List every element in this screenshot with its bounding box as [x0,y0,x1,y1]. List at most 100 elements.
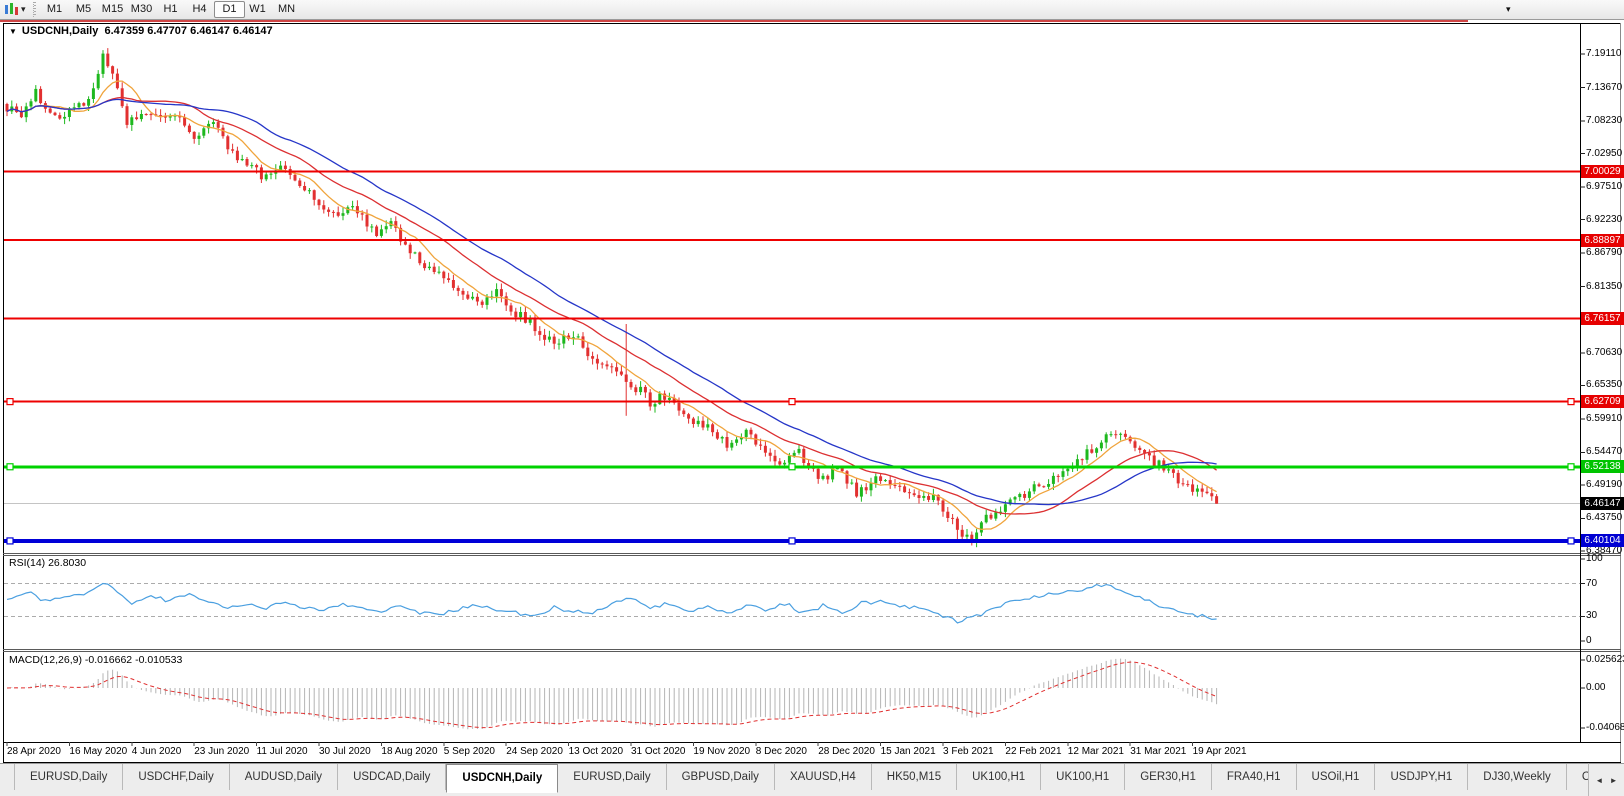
toolbar-red-underline [0,20,1468,22]
rsi-line [6,582,1217,624]
timeframe-button-mn[interactable]: MN [272,2,301,17]
timeframe-button-w1[interactable]: W1 [243,2,272,17]
date-axis-label: 24 Sep 2020 [506,746,563,757]
price-axis-label: 6.92230 [1586,213,1623,225]
hline-price-badge: 6.62709 [1581,395,1624,409]
chart-title: USDCNH,Daily [21,25,99,37]
hline-handle[interactable] [788,537,796,545]
hline-handle[interactable] [788,398,796,406]
window-frame [3,23,1621,763]
chart-tool-icon[interactable] [4,2,19,17]
date-axis-label: 12 Mar 2021 [1067,746,1124,757]
current-price-badge: 6.46147 [1581,497,1624,511]
tab-scroll-right-icon[interactable]: ► [1610,776,1618,785]
macd-histogram [11,658,1218,730]
hline-handle[interactable] [6,398,14,406]
price-axis-label: 7.13670 [1586,81,1623,93]
dropdown-caret-icon[interactable]: ▾ [21,3,26,16]
chart-quote-line: 6.47359 6.47707 6.46147 6.46147 [104,25,273,37]
ma-fast-line [6,80,1217,531]
timeframe-button-m30[interactable]: M30 [127,2,156,17]
date-axis-label: 28 Apr 2020 [7,746,61,757]
tab-scroll-buttons: ◄ ► [1588,763,1624,796]
price-axis-label: 6.97510 [1586,181,1623,193]
date-axis-label: 5 Sep 2020 [443,746,495,757]
tab-usoil-h1[interactable]: USOil,H1 [1297,764,1376,790]
macd-label: MACD(12,26,9) -0.016662 -0.010533 [9,654,183,666]
date-axis-label: 15 Jan 2021 [880,746,936,757]
price-axis-label: 6.86790 [1586,247,1623,259]
ma-mid-line [6,96,1217,515]
ma-slow-line [6,98,1217,506]
date-axis-label: 28 Dec 2020 [818,746,875,757]
tab-gbpusd-daily[interactable]: GBPUSD,Daily [667,764,775,790]
hline-handle[interactable] [788,463,796,471]
rsi-axis-label: 0 [1586,635,1592,646]
tab-hk50-m15[interactable]: HK50,M15 [872,764,958,790]
chart-title-bar: ▼ USDCNH,Daily 6.47359 6.47707 6.46147 6.… [5,25,1575,41]
rsi-pane[interactable] [4,582,1580,624]
tab-usdcad-daily[interactable]: USDCAD,Daily [338,764,447,790]
price-axis-label: 7.19110 [1586,48,1622,59]
hline-price-badge: 6.88897 [1581,233,1624,247]
macd-axis-label: 0.00 [1586,682,1606,693]
date-axis-label: 19 Apr 2021 [1192,746,1247,757]
timeframe-button-d1[interactable]: D1 [214,1,245,18]
rsi-axis-label: 100 [1586,553,1603,564]
tab-usdcnh-daily[interactable]: USDCNH,Daily [446,764,559,793]
rsi-axis-label: 70 [1586,577,1598,589]
rsi-axis-label: 30 [1586,610,1598,622]
price-axis-label: 6.49190 [1586,478,1623,490]
hline-price-badge: 7.00029 [1581,165,1624,179]
price-axis-label: 7.08230 [1586,115,1623,127]
price-axis-label: 6.81350 [1586,280,1623,292]
hline-handle[interactable] [6,463,14,471]
hline-handle[interactable] [1567,463,1575,471]
date-axis-label: 23 Jun 2020 [194,746,250,757]
collapse-icon[interactable]: ▼ [9,27,17,36]
timeframe-button-h4[interactable]: H4 [185,2,214,17]
main-chart-pane[interactable] [4,48,1580,548]
price-axis-label: 7.02950 [1586,147,1623,159]
tab-usdjpy-h1[interactable]: USDJPY,H1 [1375,764,1469,790]
price-axis-label: 6.59910 [1586,412,1623,424]
tab-xauusd-h4[interactable]: XAUUSD,H4 [775,764,872,790]
macd-pane[interactable] [6,658,1218,730]
tab-ger30-h1[interactable]: GER30,H1 [1125,764,1212,790]
hline-handle[interactable] [1567,537,1575,545]
tab-dj30-weekly[interactable]: DJ30,Weekly [1468,764,1567,790]
rsi-label: RSI(14) 26.8030 [9,557,87,569]
price-axis-label: 6.65350 [1586,379,1623,391]
hline-handle[interactable] [6,537,14,545]
toolbar-more-icon[interactable]: ▾ [1506,4,1511,15]
tab-eurusd-daily[interactable]: EURUSD,Daily [558,764,667,790]
hline-price-badge: 6.76157 [1581,312,1624,326]
toolbar-grip[interactable] [33,2,37,17]
timeframe-button-h1[interactable]: H1 [156,2,185,17]
date-axis-label: 30 Jul 2020 [319,746,371,757]
timeframe-button-m15[interactable]: M15 [98,2,127,17]
chart-canvas[interactable] [0,0,1624,796]
tab-china300-h1[interactable]: CHINA300,H1 [1567,764,1588,790]
hline-handle[interactable] [1567,398,1575,406]
date-axis-label: 19 Nov 2020 [693,746,751,757]
tab-fra40-h1[interactable]: FRA40,H1 [1212,764,1297,790]
macd-axis-label: -0.040687 [1586,722,1624,733]
tab-usdchf-daily[interactable]: USDCHF,Daily [123,764,230,790]
date-axis-label: 18 Aug 2020 [381,746,438,757]
date-axis-label: 8 Dec 2020 [755,746,807,757]
date-axis-label: 31 Oct 2020 [631,746,686,757]
tab-eurusd-daily[interactable]: EURUSD,Daily [14,764,124,790]
tab-uk100-h1[interactable]: UK100,H1 [1041,764,1126,790]
date-axis-label: 3 Feb 2021 [943,746,994,757]
date-axis-label: 31 Mar 2021 [1130,746,1187,757]
tab-scroll-left-icon[interactable]: ◄ [1595,776,1603,785]
tab-uk100-h1[interactable]: UK100,H1 [957,764,1042,790]
tab-audusd-daily[interactable]: AUDUSD,Daily [230,764,339,790]
date-axis-label: 16 May 2020 [69,746,128,757]
date-axis-label: 4 Jun 2020 [131,746,182,757]
timeframe-button-m1[interactable]: M1 [40,2,69,17]
chart-tab-bar: EURUSD,Daily USDCHF,Daily AUDUSD,Daily USDC… [0,763,1588,796]
hline-price-badge: 6.52138 [1581,460,1624,474]
timeframe-button-m5[interactable]: M5 [69,2,98,17]
